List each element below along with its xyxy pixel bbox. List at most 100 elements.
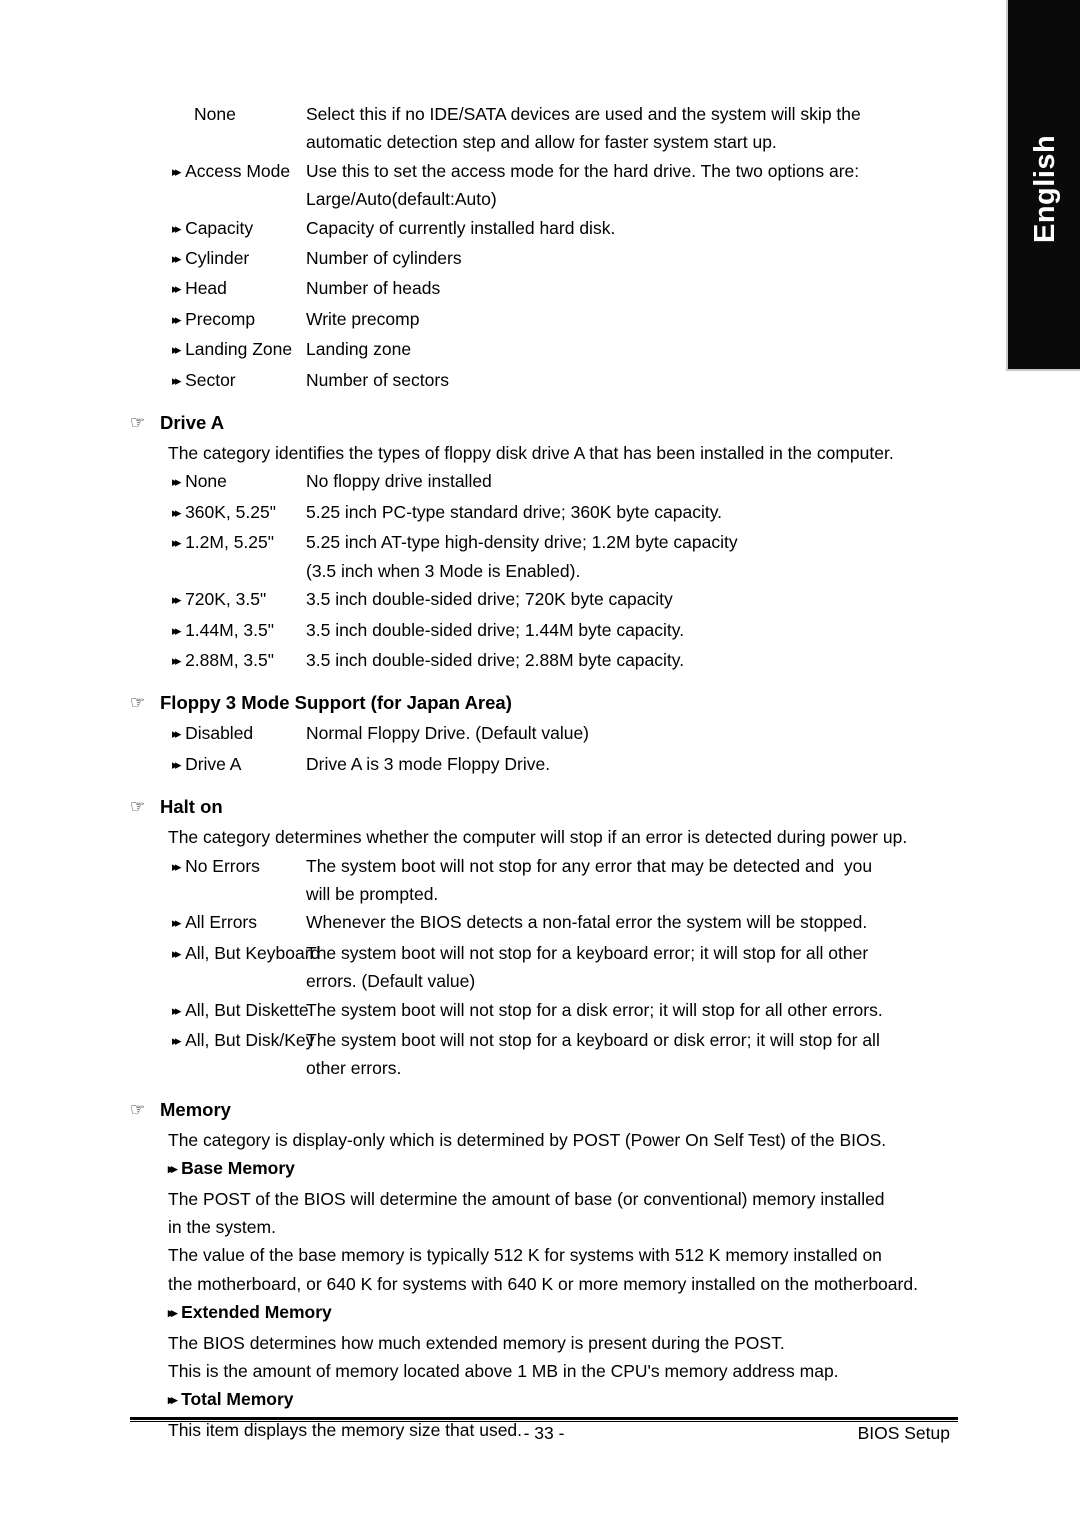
pointing-hand-icon: ☞ xyxy=(130,693,146,713)
term-description: Number of sectors xyxy=(306,369,449,390)
section-heading-text: Memory xyxy=(160,1098,231,1120)
double-arrow-icon: ▸▸ xyxy=(172,1032,182,1048)
term-text: None xyxy=(194,104,236,124)
term-description: 3.5 inch double-sided drive; 720K byte c… xyxy=(306,589,673,610)
term-description: Whenever the BIOS detects a non-fatal er… xyxy=(306,912,868,933)
double-arrow-icon: ▸▸ xyxy=(172,474,182,490)
double-arrow-icon: ▸▸ xyxy=(172,858,182,874)
section-memory: ☞ Memory The category is display-only wh… xyxy=(130,1095,940,1444)
term-text: Sector xyxy=(185,369,236,390)
double-arrow-icon: ▸▸ xyxy=(168,1161,178,1177)
term-label: ▸▸ All Errors xyxy=(130,908,306,938)
term-text: 2.88M, 3.5" xyxy=(185,649,274,670)
definition-row: ▸▸ All, But Diskette The system boot wil… xyxy=(130,996,940,1026)
term-label: ▸▸ All, But Diskette xyxy=(130,996,309,1026)
term-text: 1.44M, 3.5" xyxy=(185,619,274,640)
subsection-paragraph: This is the amount of memory located abo… xyxy=(168,1361,839,1382)
definition-row: ▸▸ Drive A Drive A is 3 mode Floppy Driv… xyxy=(130,750,940,780)
definition-row: ▸▸ Disabled Normal Floppy Drive. (Defaul… xyxy=(130,719,940,749)
double-arrow-icon: ▸▸ xyxy=(172,592,182,608)
language-tab-label: English xyxy=(1029,134,1061,244)
subsection-paragraph: The BIOS determines how much extended me… xyxy=(168,1332,785,1353)
term-label: ▸▸ Drive A xyxy=(130,750,306,780)
double-arrow-icon: ▸▸ xyxy=(172,251,182,267)
term-description: 3.5 inch double-sided drive; 2.88M byte … xyxy=(306,649,685,670)
term-label: ▸▸ Precomp xyxy=(130,305,306,335)
ide-options-list: None Select this if no IDE/SATA devices … xyxy=(130,100,940,396)
term-text: Landing Zone xyxy=(185,339,293,360)
term-text: Precomp xyxy=(185,308,256,329)
definition-row: ▸▸ Landing Zone Landing zone xyxy=(130,335,940,365)
term-description: The system boot will not stop for a keyb… xyxy=(306,1029,880,1079)
term-text: 360K, 5.25" xyxy=(185,501,276,522)
pointing-hand-icon: ☞ xyxy=(130,797,146,817)
section-heading: ☞ Memory xyxy=(130,1095,940,1126)
term-text: Disabled xyxy=(185,723,254,744)
section-intro: The category identifies the types of flo… xyxy=(168,443,894,464)
definition-row: ▸▸ 1.44M, 3.5" 3.5 inch double-sided dri… xyxy=(130,616,940,646)
term-label: ▸▸ Access Mode xyxy=(130,157,306,187)
document-page: None Select this if no IDE/SATA devices … xyxy=(0,0,1006,1529)
subsection-heading-text: Base Memory xyxy=(181,1158,295,1179)
term-description: 5.25 inch PC-type standard drive; 360K b… xyxy=(306,501,723,522)
double-arrow-icon: ▸▸ xyxy=(172,756,182,772)
term-description: Normal Floppy Drive. (Default value) xyxy=(306,723,590,744)
definition-row: ▸▸ Cylinder Number of cylinders xyxy=(130,244,940,274)
subsection-heading: ▸▸ Base Memory xyxy=(130,1154,940,1184)
definition-row: ▸▸ 1.2M, 5.25" 5.25 inch AT-type high-de… xyxy=(130,528,940,585)
term-description: Select this if no IDE/SATA devices are u… xyxy=(306,104,861,153)
pointing-hand-icon: ☞ xyxy=(130,1099,146,1119)
section-heading: ☞ Floppy 3 Mode Support (for Japan Area) xyxy=(130,688,940,719)
definition-row: ▸▸ Head Number of heads xyxy=(130,274,940,304)
definition-row: ▸▸ Access Mode Use this to set the acces… xyxy=(130,157,940,214)
term-description: Landing zone xyxy=(306,339,412,360)
term-label: ▸▸ 1.44M, 3.5" xyxy=(130,616,306,646)
term-description: Write precomp xyxy=(306,308,420,329)
double-arrow-icon: ▸▸ xyxy=(172,915,182,931)
language-tab: English xyxy=(1006,0,1080,371)
term-text: Cylinder xyxy=(185,248,250,269)
term-description: The system boot will not stop for a keyb… xyxy=(306,942,869,992)
subsection-paragraph: The value of the base memory is typicall… xyxy=(168,1245,918,1294)
page-content: None Select this if no IDE/SATA devices … xyxy=(130,100,940,1444)
definition-row: ▸▸ Precomp Write precomp xyxy=(130,305,940,335)
term-label: ▸▸ 1.2M, 5.25" xyxy=(130,528,306,558)
definition-row: ▸▸ All, But Disk/Key The system boot wil… xyxy=(130,1026,940,1083)
term-text: None xyxy=(185,471,227,492)
term-label: ▸▸ No Errors xyxy=(130,852,306,882)
section-floppy-3-mode: ☞ Floppy 3 Mode Support (for Japan Area)… xyxy=(130,688,940,780)
term-label: None xyxy=(130,100,306,128)
term-text: Head xyxy=(185,278,227,299)
term-label: ▸▸ Capacity xyxy=(130,214,306,244)
term-text: All, But Keyboard xyxy=(185,942,321,963)
double-arrow-icon: ▸▸ xyxy=(172,342,182,358)
term-label: ▸▸ 360K, 5.25" xyxy=(130,498,306,528)
definition-row: ▸▸ All, But Keyboard The system boot wil… xyxy=(130,939,940,996)
double-arrow-icon: ▸▸ xyxy=(172,311,182,327)
term-label: ▸▸ 720K, 3.5" xyxy=(130,585,306,615)
term-text: No Errors xyxy=(185,855,260,876)
term-text: Capacity xyxy=(185,217,254,238)
definition-row: ▸▸ Capacity Capacity of currently instal… xyxy=(130,214,940,244)
pointing-hand-icon: ☞ xyxy=(130,413,146,433)
term-description: Number of heads xyxy=(306,278,441,299)
definition-row: ▸▸ 720K, 3.5" 3.5 inch double-sided driv… xyxy=(130,585,940,615)
term-description: 5.25 inch AT-type high-density drive; 1.… xyxy=(306,532,738,581)
section-heading: ☞ Halt on xyxy=(130,792,940,823)
term-description: Capacity of currently installed hard dis… xyxy=(306,217,616,238)
term-description: Use this to set the access mode for the … xyxy=(306,160,860,210)
subsection-heading-text: Total Memory xyxy=(181,1389,294,1410)
footer-page-number: - 33 - xyxy=(523,1423,565,1443)
term-description: The system boot will not stop for any er… xyxy=(306,855,873,904)
term-label: ▸▸ Disabled xyxy=(130,719,306,749)
term-description: Drive A is 3 mode Floppy Drive. xyxy=(306,753,551,774)
term-label: ▸▸ All, But Keyboard xyxy=(130,939,320,969)
term-text: Drive A xyxy=(185,753,242,774)
footer-section-label: BIOS Setup xyxy=(857,1423,950,1443)
term-description: The system boot will not stop for a disk… xyxy=(306,999,883,1020)
double-arrow-icon: ▸▸ xyxy=(172,1002,182,1018)
term-label: ▸▸ 2.88M, 3.5" xyxy=(130,646,306,676)
double-arrow-icon: ▸▸ xyxy=(172,281,182,297)
double-arrow-icon: ▸▸ xyxy=(172,726,182,742)
double-arrow-icon: ▸▸ xyxy=(168,1305,178,1321)
